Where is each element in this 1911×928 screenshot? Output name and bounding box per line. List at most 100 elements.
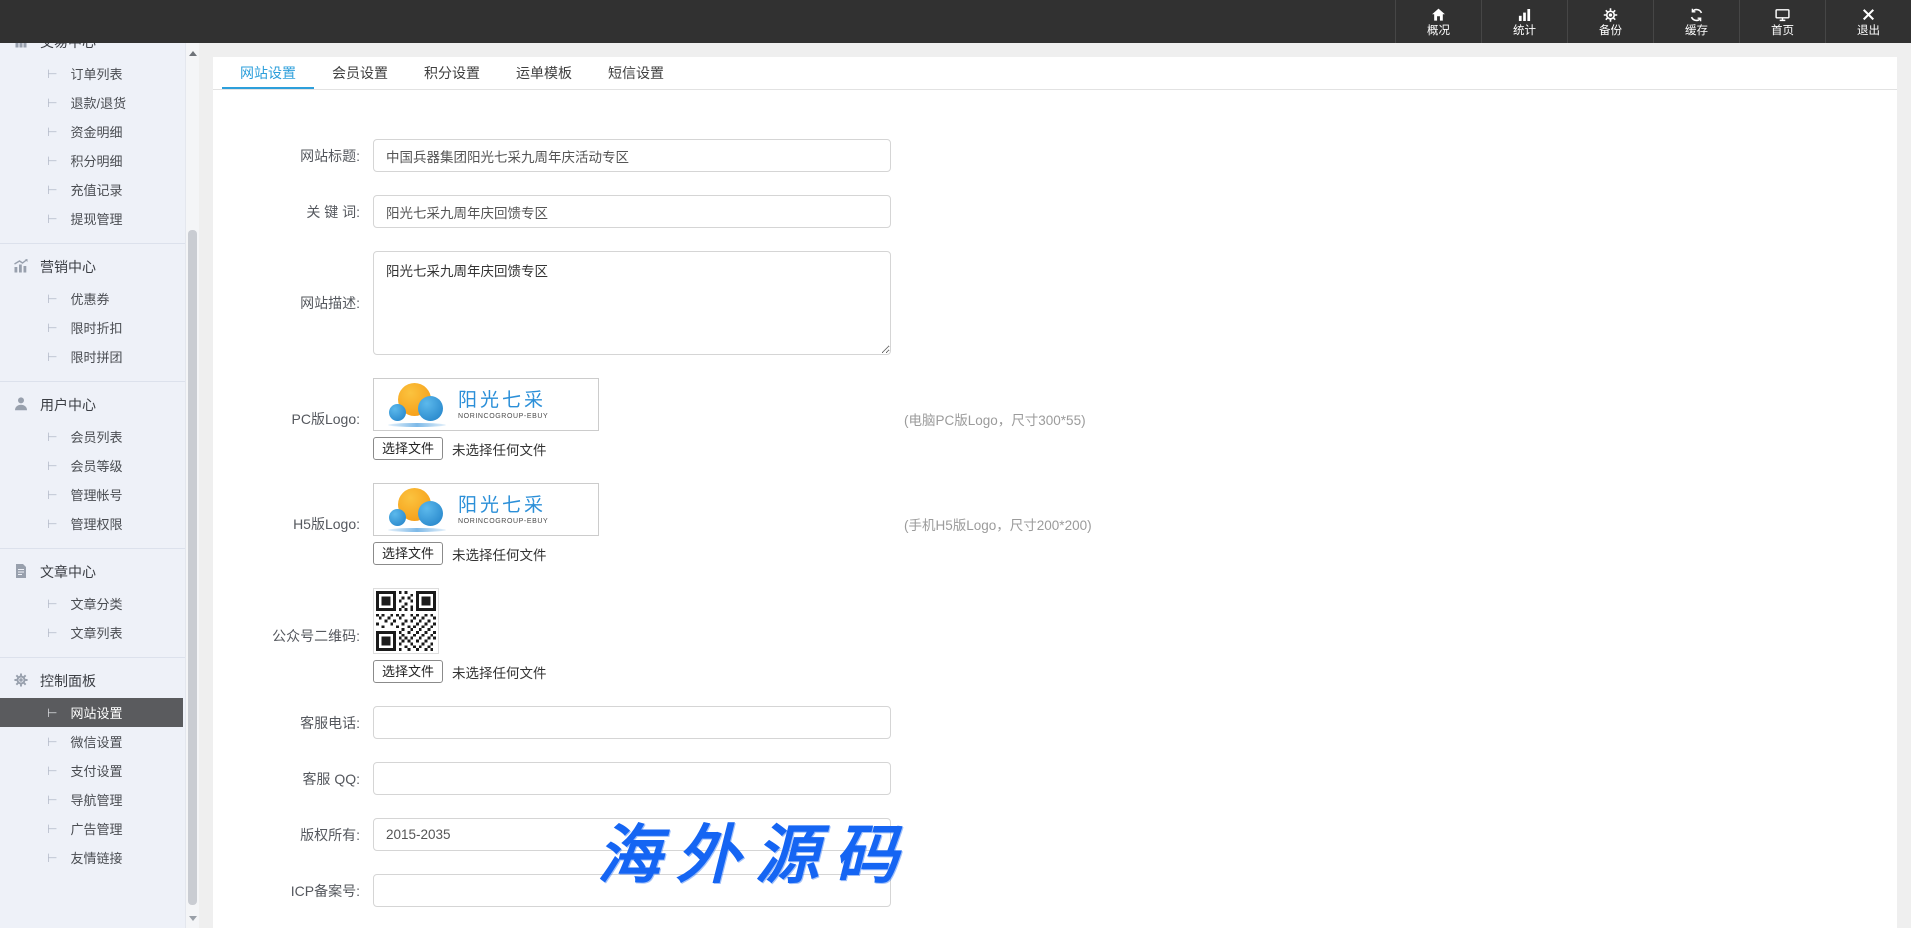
service-qq-input[interactable] — [373, 762, 891, 795]
toolbar-overview-label: 概况 — [1427, 25, 1450, 37]
sidebar-item-label: 资金明细 — [70, 122, 122, 141]
qrcode-file-button[interactable]: 选择文件 — [373, 660, 443, 683]
user-person-icon — [13, 396, 29, 415]
branch-icon: ⊢ — [47, 489, 57, 501]
sidebar-item-admin-permissions[interactable]: ⊢管理权限 — [0, 509, 185, 538]
branch-icon: ⊢ — [47, 97, 57, 109]
branch-icon: ⊢ — [47, 431, 57, 443]
sidebar-item-member-level[interactable]: ⊢ 会员等级 — [0, 451, 185, 480]
sidebar-item-refunds[interactable]: ⊢退款/退货 — [0, 88, 185, 117]
scroll-down-icon[interactable] — [186, 910, 199, 926]
sidebar-item-payment-settings[interactable]: ⊢支付设置 — [0, 756, 185, 785]
tab-member-settings[interactable]: 会员设置 — [314, 57, 406, 89]
sidebar-item-friend-links[interactable]: ⊢ 友情链接 — [0, 843, 185, 872]
branch-icon: ⊢ — [47, 460, 57, 472]
tab-waybill-template[interactable]: 运单模板 — [498, 57, 590, 89]
branch-icon: ⊢ — [47, 707, 57, 719]
pc-logo-hint: (电脑PC版Logo，尺寸300*55) — [904, 409, 1086, 429]
toolbar-homepage[interactable]: 首页 — [1739, 0, 1825, 43]
tab-sms-settings[interactable]: 短信设置 — [590, 57, 682, 89]
tab-site-settings[interactable]: 网站设置 — [222, 57, 314, 89]
sidebar-item-group-buy[interactable]: ⊢限时拼团 — [0, 342, 185, 371]
sidebar-section-trade[interactable]: 交易中心 — [0, 43, 185, 59]
sidebar-item-order-list[interactable]: ⊢ 订单列表 — [0, 59, 185, 88]
branch-icon: ⊢ — [47, 736, 57, 748]
h5-logo-file-status: 未选择任何文件 — [452, 544, 547, 564]
copyright-input[interactable] — [373, 818, 891, 851]
description-textarea[interactable]: 阳光七采九周年庆回馈专区 — [373, 251, 891, 355]
branch-icon: ⊢ — [47, 68, 57, 80]
toolbar-stats-label: 统计 — [1513, 25, 1536, 37]
branch-icon: ⊢ — [47, 794, 57, 806]
scroll-up-icon[interactable] — [186, 45, 199, 61]
sidebar-item-label: 订单列表 — [70, 64, 122, 83]
sidebar-section-label: 交易中心 — [40, 43, 96, 52]
main-content-card: 网站设置 会员设置 积分设置 运单模板 短信设置 网站标题: 关 键 词: 网站… — [213, 57, 1897, 928]
sidebar-section-label: 用户中心 — [40, 395, 96, 415]
sidebar: 交易中心 ⊢ 订单列表 ⊢退款/退货 ⊢ 资金明细 ⊢积分明细 ⊢充值记录 ⊢提现管… — [0, 43, 199, 928]
sidebar-item-ad-management[interactable]: ⊢广告管理 — [0, 814, 185, 843]
site-title-label: 网站标题: — [213, 147, 373, 165]
site-settings-form: 网站标题: 关 键 词: 网站描述: 阳光七采九周年庆回馈专区 PC版Logo:… — [213, 90, 1897, 907]
sidebar-item-withdrawal[interactable]: ⊢提现管理 — [0, 204, 185, 233]
branch-icon: ⊢ — [47, 155, 57, 167]
sidebar-item-site-settings[interactable]: ⊢网站设置 — [0, 698, 183, 727]
sidebar-section-article[interactable]: 文章中心 — [0, 555, 185, 589]
sidebar-section-panel[interactable]: 控制面板 — [0, 664, 185, 698]
top-toolbar: 概况 统计 备份 缓存 首页 退出 — [0, 0, 1911, 43]
sidebar-scrollbar[interactable] — [185, 43, 199, 928]
toolbar-overview[interactable]: 概况 — [1395, 0, 1481, 43]
sidebar-item-label: 微信设置 — [70, 732, 122, 751]
toolbar-cache-label: 缓存 — [1685, 25, 1708, 37]
pc-logo-file-status: 未选择任何文件 — [452, 439, 547, 459]
sidebar-item-label: 会员等级 — [70, 456, 122, 475]
sidebar-item-member-list[interactable]: ⊢ 会员列表 — [0, 422, 185, 451]
sidebar-section-marketing[interactable]: 营销中心 — [0, 250, 185, 284]
sidebar-section-label: 文章中心 — [40, 562, 96, 582]
sidebar-item-label: 限时折扣 — [70, 318, 122, 337]
sidebar-section-label: 控制面板 — [40, 671, 96, 691]
sidebar-item-label: 会员列表 — [70, 427, 122, 446]
sidebar-item-article-category[interactable]: ⊢文章分类 — [0, 589, 185, 618]
sidebar-item-funds-detail[interactable]: ⊢ 资金明细 — [0, 117, 185, 146]
article-doc-icon — [13, 563, 29, 582]
branch-icon: ⊢ — [47, 126, 57, 138]
keywords-input[interactable] — [373, 195, 891, 228]
scrollbar-thumb[interactable] — [188, 230, 197, 905]
service-phone-input[interactable] — [373, 706, 891, 739]
sidebar-item-recharge-records[interactable]: ⊢充值记录 — [0, 175, 185, 204]
sidebar-item-flash-discount[interactable]: ⊢限时折扣 — [0, 313, 185, 342]
cache-refresh-icon — [1688, 7, 1705, 23]
tab-points-settings[interactable]: 积分设置 — [406, 57, 498, 89]
sidebar-item-admin-accounts[interactable]: ⊢管理帐号 — [0, 480, 185, 509]
sidebar-item-wechat-settings[interactable]: ⊢ 微信设置 — [0, 727, 185, 756]
sidebar-section-user[interactable]: 用户中心 — [0, 388, 185, 422]
toolbar-backup[interactable]: 备份 — [1567, 0, 1653, 43]
sidebar-item-points-detail[interactable]: ⊢积分明细 — [0, 146, 185, 175]
toolbar-cache[interactable]: 缓存 — [1653, 0, 1739, 43]
branch-icon: ⊢ — [47, 627, 57, 639]
icp-input[interactable] — [373, 874, 891, 907]
branch-icon: ⊢ — [47, 823, 57, 835]
h5-logo-file-button[interactable]: 选择文件 — [373, 542, 443, 565]
marketing-chart-icon — [13, 258, 29, 277]
logo-title: 阳光七采 — [458, 495, 548, 516]
branch-icon: ⊢ — [47, 852, 57, 864]
h5-logo-preview: 阳光七采 NORINCOGROUP-EBUY — [373, 483, 599, 536]
toolbar-backup-label: 备份 — [1599, 25, 1622, 37]
sidebar-item-article-list[interactable]: ⊢文章列表 — [0, 618, 185, 647]
sidebar-item-label: 友情链接 — [70, 848, 122, 867]
sidebar-item-coupons[interactable]: ⊢优惠券 — [0, 284, 185, 313]
qrcode-image — [373, 588, 439, 654]
copyright-label: 版权所有: — [213, 826, 373, 844]
branch-icon: ⊢ — [47, 351, 57, 363]
toolbar-stats[interactable]: 统计 — [1481, 0, 1567, 43]
description-label: 网站描述: — [213, 294, 373, 312]
sidebar-item-nav-management[interactable]: ⊢导航管理 — [0, 785, 185, 814]
keywords-label: 关 键 词: — [213, 203, 373, 221]
pc-logo-file-button[interactable]: 选择文件 — [373, 437, 443, 460]
site-title-input[interactable] — [373, 139, 891, 172]
toolbar-exit[interactable]: 退出 — [1825, 0, 1911, 43]
logo-subtitle: NORINCOGROUP-EBUY — [458, 518, 548, 525]
sidebar-section-label: 营销中心 — [40, 257, 96, 277]
